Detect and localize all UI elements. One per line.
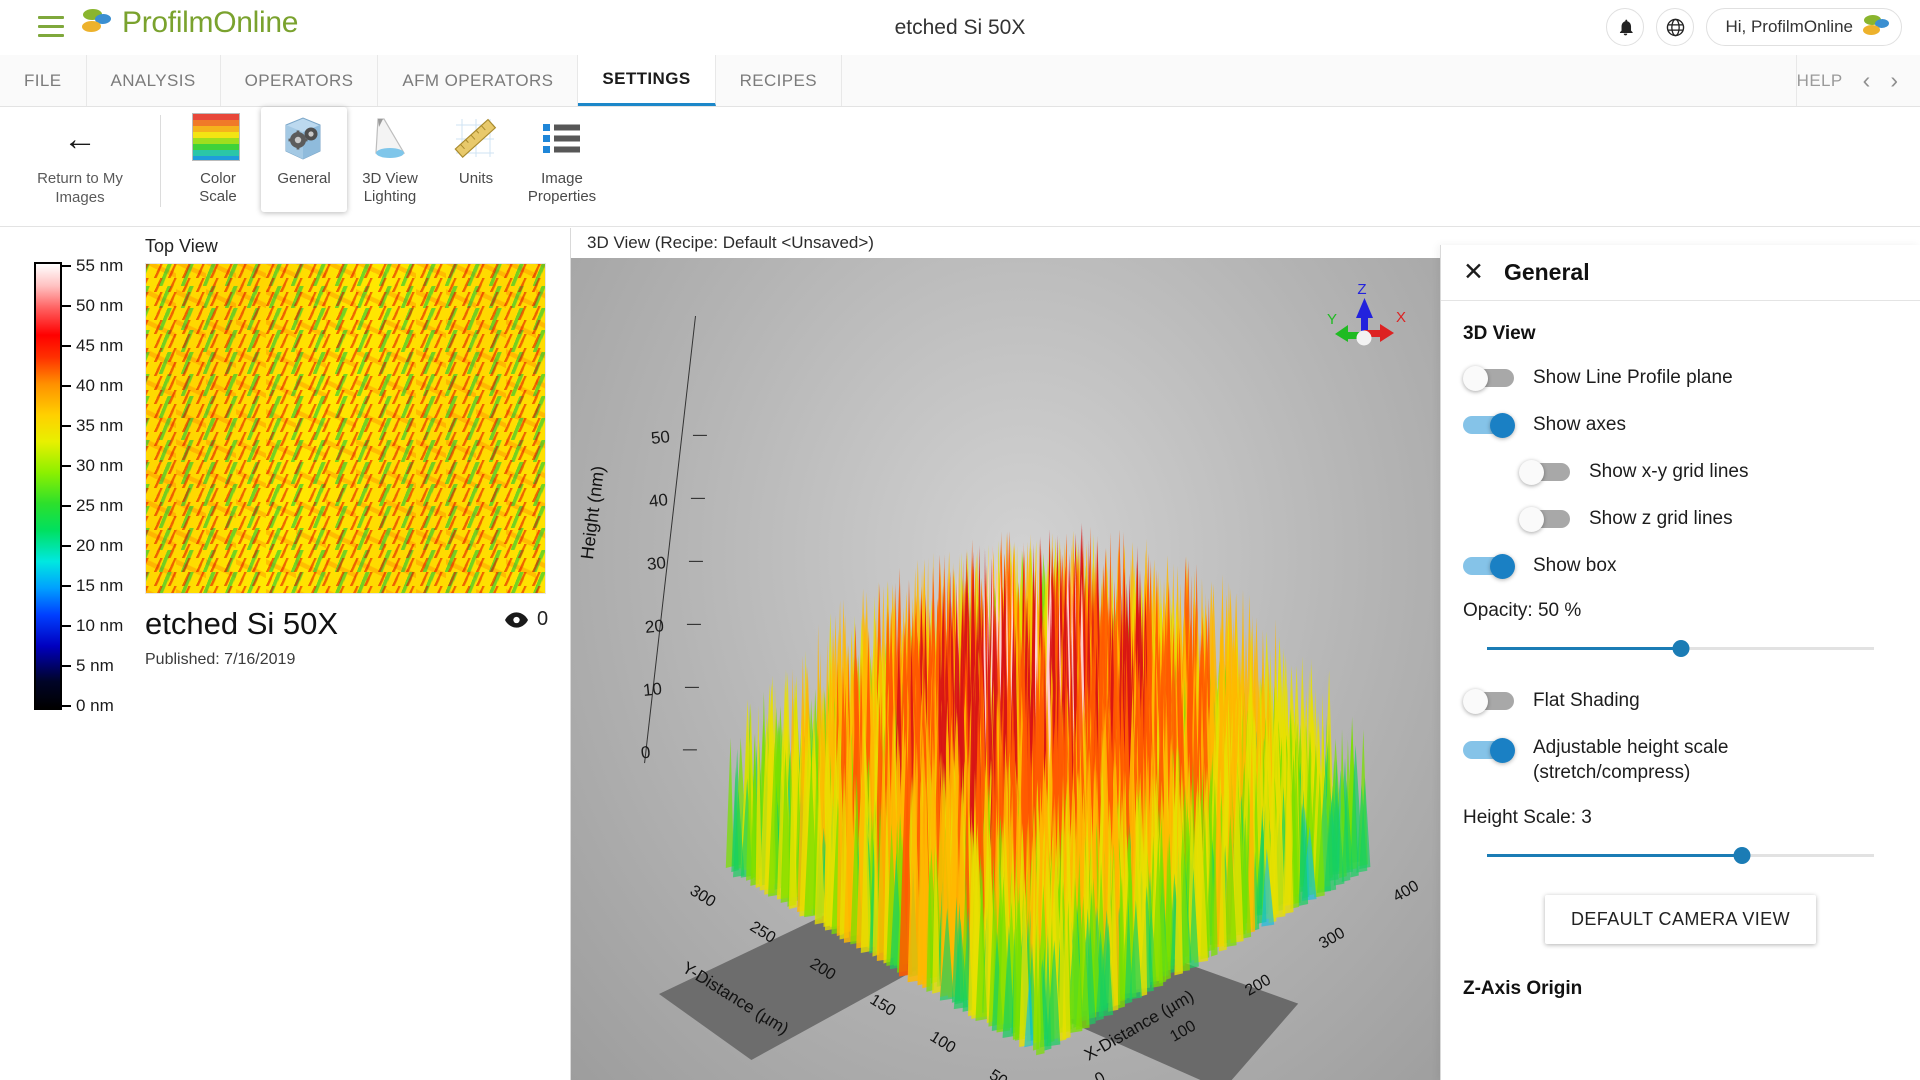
tab-operators[interactable]: OPERATORS <box>220 55 379 106</box>
label-show-line-profile-plane: Show Line Profile plane <box>1533 367 1733 388</box>
main-tab-bar: FILE ANALYSIS OPERATORS AFM OPERATORS SE… <box>0 55 1920 107</box>
ribbon-label-color-scale: Color Scale <box>199 170 237 206</box>
section-z-axis-origin: Z-Axis Origin <box>1463 978 1583 999</box>
avatar <box>1862 12 1893 42</box>
cs-l2: Scale <box>199 188 237 205</box>
toggle-show-xy-grid-lines[interactable] <box>1519 459 1573 485</box>
top-view-image[interactable] <box>145 263 546 594</box>
brand-logo[interactable]: ProfilmOnline <box>81 6 299 40</box>
ribbon-item-units[interactable]: Units <box>433 107 519 194</box>
settings-body: 3D View Show Line Profile plane Show axe… <box>1441 301 1920 1000</box>
label-show-axes: Show axes <box>1533 414 1626 435</box>
ruler-icon <box>450 113 502 165</box>
left-panel: 55 nm 50 nm 45 nm 40 nm 35 nm 30 nm 25 nm 20 nm… <box>0 228 570 1080</box>
brand-name: ProfilmOnline <box>122 6 299 39</box>
close-icon[interactable]: ✕ <box>1463 260 1484 285</box>
ribbon-label-lighting: 3D View Lighting <box>362 170 418 206</box>
ribbon-item-color-scale[interactable]: Color Scale <box>175 107 261 212</box>
toggle-row-adjustable-height-scale[interactable]: Adjustable height scale (stretch/compres… <box>1463 735 1898 785</box>
ribbon-label-image-properties: Image Properties <box>528 170 596 206</box>
return-label-l2: Images <box>55 189 105 206</box>
height-scale-label: Height Scale: 3 <box>1463 807 1592 828</box>
eye-icon <box>505 611 528 628</box>
ribbon-item-general[interactable]: General <box>261 107 347 212</box>
view-count: 0 <box>505 608 548 631</box>
tab-recipes[interactable]: RECIPES <box>715 55 843 106</box>
user-greeting: Hi, ProfilmOnline <box>1725 17 1853 36</box>
ribbon-items: Color Scale General 3D View Lighting Uni… <box>161 107 605 212</box>
settings-title: General <box>1503 259 1590 285</box>
user-menu[interactable]: Hi, ProfilmOnline <box>1706 8 1902 46</box>
color-scale-icon <box>192 113 244 165</box>
height-scale-slider[interactable] <box>1487 845 1874 865</box>
three-d-view-header: 3D View (Recipe: Default <Unsaved>) <box>587 233 874 252</box>
return-label-l1: Return to My <box>37 170 123 187</box>
gears-cube-icon <box>278 113 330 165</box>
toggle-adjustable-height-scale[interactable] <box>1463 738 1517 763</box>
tab-settings[interactable]: SETTINGS <box>578 55 716 106</box>
toggle-row-show-xy-grid-lines[interactable]: Show x-y grid lines <box>1463 459 1898 485</box>
ribbon-label-general: General <box>277 170 331 187</box>
tab-spacer <box>842 55 1797 106</box>
tab-analysis[interactable]: ANALYSIS <box>86 55 221 106</box>
profilm-logo-icon <box>81 6 116 40</box>
next-arrow-icon[interactable]: › <box>1890 69 1898 92</box>
toggle-show-z-grid-lines[interactable] <box>1519 506 1573 532</box>
cs-l1: Color <box>200 170 236 187</box>
toggle-row-show-line-profile-plane[interactable]: Show Line Profile plane <box>1463 365 1898 391</box>
label-flat-shading: Flat Shading <box>1533 690 1640 711</box>
list-properties-icon <box>536 113 588 165</box>
toggle-row-show-z-grid-lines[interactable]: Show z grid lines <box>1463 506 1898 532</box>
ribbon-item-3d-view-lighting[interactable]: 3D View Lighting <box>347 107 433 212</box>
return-label: Return to My Images <box>37 169 123 207</box>
label-adjustable-height-scale: Adjustable height scale (stretch/compres… <box>1533 737 1729 783</box>
image-title: etched Si 50X <box>145 606 339 641</box>
top-bar: ProfilmOnline etched Si 50X Hi, ProfilmO… <box>0 0 1920 55</box>
default-camera-view-wrap: DEFAULT CAMERA VIEW <box>1463 895 1898 944</box>
tab-file[interactable]: FILE <box>0 55 87 106</box>
help-area: HELP ‹ › <box>1797 55 1920 106</box>
spotlight-icon <box>364 113 416 165</box>
opacity-slider[interactable] <box>1487 638 1874 658</box>
ip-l1: Image <box>541 170 583 187</box>
surface-plot <box>725 522 1371 1056</box>
toggle-show-box[interactable] <box>1463 553 1517 579</box>
prev-arrow-icon[interactable]: ‹ <box>1863 69 1871 92</box>
tab-afm-operators[interactable]: AFM OPERATORS <box>378 55 579 106</box>
opacity-label: Opacity: 50 % <box>1463 600 1582 621</box>
section-3d-view: 3D View <box>1463 323 1536 344</box>
return-to-my-images-button[interactable]: ← Return to My Images <box>0 107 160 207</box>
toggle-row-show-box[interactable]: Show box <box>1463 553 1898 579</box>
toggle-row-show-axes[interactable]: Show axes <box>1463 412 1898 438</box>
globe-icon[interactable] <box>1656 8 1695 46</box>
settings-header: ✕ General <box>1441 245 1920 301</box>
toggle-row-flat-shading[interactable]: Flat Shading <box>1463 688 1898 714</box>
bell-icon[interactable] <box>1606 8 1645 46</box>
toggle-flat-shading[interactable] <box>1463 688 1517 714</box>
label-show-z-grid-lines: Show z grid lines <box>1589 508 1733 529</box>
ribbon-item-image-properties[interactable]: Image Properties <box>519 107 605 212</box>
ribbon-toolbar: ← Return to My Images Color Scale Genera… <box>0 107 1920 227</box>
hamburger-icon[interactable] <box>38 16 64 38</box>
lt-l2: Lighting <box>363 188 417 205</box>
color-scale-bar <box>34 262 62 710</box>
label-show-xy-grid-lines: Show x-y grid lines <box>1589 461 1749 482</box>
three-d-view-panel: 3D View (Recipe: Default <Unsaved>) Z Y … <box>570 228 1440 1080</box>
lt-l1: 3D View <box>362 170 418 187</box>
toggle-show-line-profile-plane[interactable] <box>1463 365 1517 391</box>
ip-l2: Properties <box>527 188 597 205</box>
default-camera-view-button[interactable]: DEFAULT CAMERA VIEW <box>1545 895 1816 944</box>
top-right-actions: Hi, ProfilmOnline <box>1606 8 1902 46</box>
toggle-show-axes[interactable] <box>1463 412 1517 438</box>
ribbon-label-units: Units <box>458 170 494 187</box>
back-arrow-icon: ← <box>63 120 97 158</box>
help-link[interactable]: HELP <box>1797 71 1843 91</box>
published-date: Published: 7/16/2019 <box>145 651 296 668</box>
label-show-box: Show box <box>1533 555 1617 576</box>
settings-panel: ✕ General 3D View Show Line Profile plan… <box>1440 245 1920 1080</box>
color-scale-legend: 55 nm 50 nm 45 nm 40 nm 35 nm 30 nm 25 nm 20 nm… <box>34 256 154 717</box>
top-view-label: Top View <box>145 236 218 256</box>
view-count-value: 0 <box>537 608 549 630</box>
three-d-view-canvas[interactable]: Z Y X Height (nm) 0 10 20 30 40 50 Y-Dis… <box>571 258 1440 1080</box>
